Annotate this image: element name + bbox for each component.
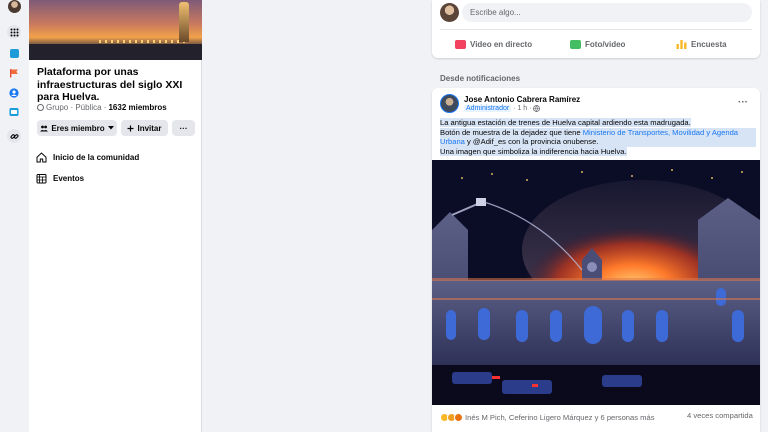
- photo-video-label: Foto/video: [585, 39, 626, 49]
- members-icon: [40, 125, 49, 131]
- post-time[interactable]: · 1 h ·: [513, 105, 531, 112]
- nav-events-label: Eventos: [53, 173, 85, 183]
- author-avatar[interactable]: [440, 94, 459, 113]
- nav-community-home[interactable]: Inicio de la comunidad: [36, 150, 139, 164]
- post-options-button[interactable]: ···: [738, 97, 748, 108]
- post-line-3: Una imagen que simboliza la indiferencia…: [440, 146, 627, 156]
- member-button-label: Eres miembro: [51, 123, 105, 133]
- home-icon: [36, 151, 47, 162]
- poll-button[interactable]: Encuesta: [676, 37, 727, 51]
- photo-video-button[interactable]: Foto/video: [570, 37, 625, 51]
- invite-button-label: Invitar: [137, 123, 162, 133]
- link-icon[interactable]: [7, 129, 21, 143]
- apps-grid-icon[interactable]: [7, 25, 21, 39]
- nav-community-home-label: Inicio de la comunidad: [53, 152, 140, 162]
- group-privacy: Grupo · Pública ·: [46, 103, 107, 112]
- globe-icon: [533, 105, 541, 112]
- angry-reaction-icon: [454, 412, 463, 422]
- more-icon: ···: [179, 123, 188, 133]
- left-rail: [0, 0, 29, 432]
- post-text: La antigua estación de trenes de Huelva …: [440, 118, 756, 156]
- poll-icon: [676, 40, 687, 49]
- reactions-text: Inés M Pich, Ceferino Ligero Márquez y 6…: [465, 412, 655, 422]
- share-count[interactable]: 4 veces compartida: [687, 411, 753, 420]
- section-label: Desde notificaciones: [440, 74, 521, 83]
- post-photo[interactable]: [432, 160, 760, 405]
- feed-icon[interactable]: [7, 46, 21, 60]
- group-meta: Grupo · Pública · 1632 miembros: [37, 103, 167, 112]
- admin-badge: Administrador: [464, 105, 512, 112]
- calendar-icon: [36, 173, 47, 183]
- invite-button[interactable]: Invitar: [121, 120, 168, 136]
- post-author[interactable]: Jose Antonio Cabrera Ramírez: [464, 95, 580, 104]
- post-line-2b: y @Adif_es con la provincia onubense.: [464, 137, 599, 147]
- composer-divider: [440, 29, 752, 30]
- composer-input[interactable]: Escribe algo...: [462, 3, 752, 22]
- live-video-icon: [455, 39, 466, 49]
- group-cover-image: [29, 0, 202, 60]
- member-count[interactable]: 1632 miembros: [108, 103, 166, 112]
- group-sidebar: Plataforma por unas infraestructuras del…: [29, 0, 202, 432]
- photo-icon: [570, 39, 581, 49]
- user-avatar[interactable]: [440, 3, 459, 22]
- post-composer: Escribe algo... Video en directo Foto/vi…: [432, 0, 760, 58]
- chevron-down-icon: [107, 126, 114, 130]
- groups-icon[interactable]: [7, 86, 21, 100]
- reaction-icons: [440, 412, 463, 422]
- feed-post: Jose Antonio Cabrera Ramírez Administrad…: [432, 88, 760, 432]
- group-title[interactable]: Plataforma por unas infraestructuras del…: [37, 66, 197, 104]
- plus-icon: [127, 125, 134, 131]
- nav-events[interactable]: Eventos: [36, 171, 84, 185]
- poll-label: Encuesta: [691, 39, 727, 49]
- flag-icon[interactable]: [7, 66, 21, 80]
- post-subline: Administrador · 1 h ·: [464, 105, 541, 112]
- live-video-button[interactable]: Video en directo: [455, 37, 532, 51]
- live-video-label: Video en directo: [470, 39, 533, 49]
- globe-icon: [37, 104, 44, 111]
- watch-icon[interactable]: [7, 105, 21, 119]
- member-button[interactable]: Eres miembro: [37, 120, 117, 136]
- profile-avatar[interactable]: [8, 0, 21, 13]
- reactions-summary[interactable]: Inés M Pich, Ceferino Ligero Márquez y 6…: [440, 411, 655, 423]
- post-line-2a: Botón de muestra de la dejadez que tiene: [440, 127, 583, 137]
- post-line-1: La antigua estación de trenes de Huelva …: [440, 118, 691, 127]
- group-more-button[interactable]: ···: [172, 120, 195, 136]
